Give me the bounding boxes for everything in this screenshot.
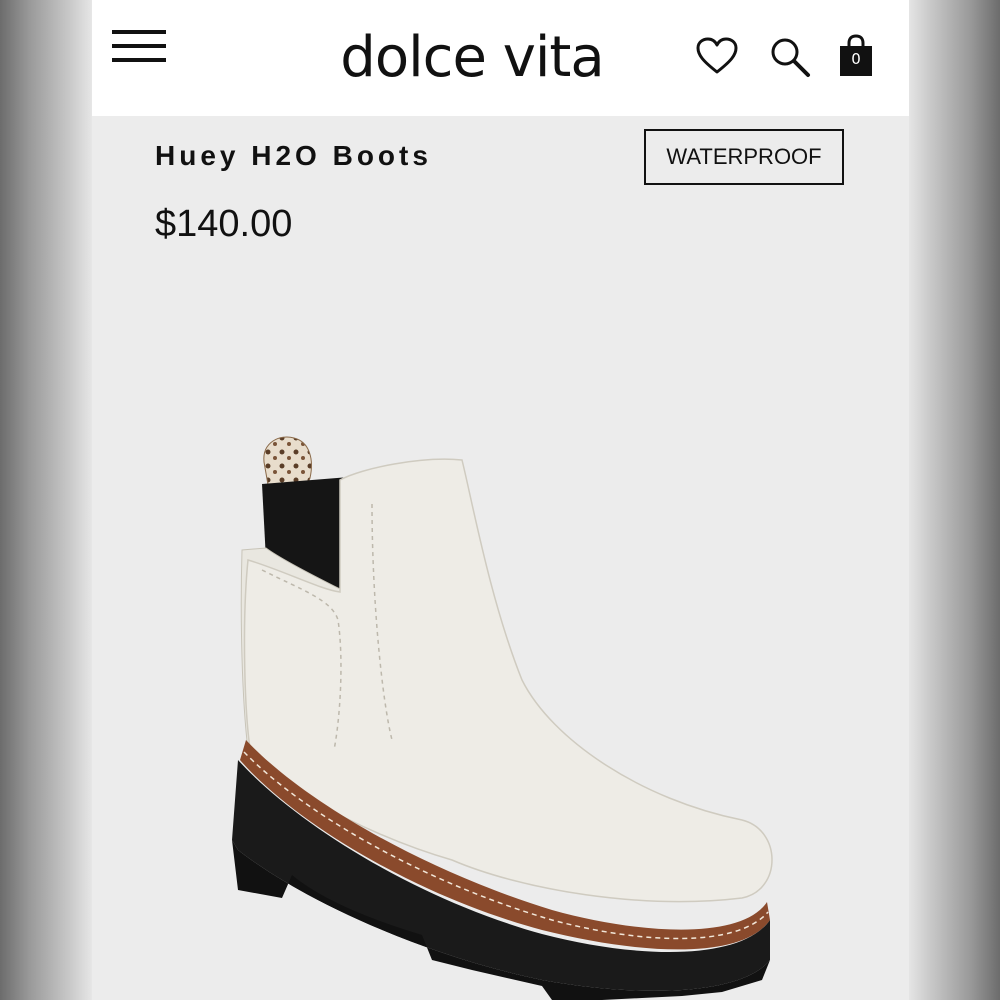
search-icon[interactable] <box>768 35 812 79</box>
brand-logo[interactable]: dolce vita <box>292 22 652 94</box>
product-price: $140.00 <box>155 203 293 245</box>
photo-frame: dolce vita 0 Huey H2O Boots WATERPROOF $… <box>0 0 1000 1000</box>
phone-screen: dolce vita 0 Huey H2O Boots WATERPROOF $… <box>92 0 909 1000</box>
waterproof-badge: WATERPROOF <box>644 129 844 185</box>
product-title: Huey H2O Boots <box>155 140 432 171</box>
heart-icon[interactable] <box>695 36 739 76</box>
shopping-bag-icon[interactable]: 0 <box>838 34 874 78</box>
product-image[interactable] <box>222 420 782 1000</box>
cart-count: 0 <box>851 50 861 68</box>
site-header: dolce vita 0 <box>92 0 909 116</box>
menu-icon[interactable] <box>112 30 166 66</box>
